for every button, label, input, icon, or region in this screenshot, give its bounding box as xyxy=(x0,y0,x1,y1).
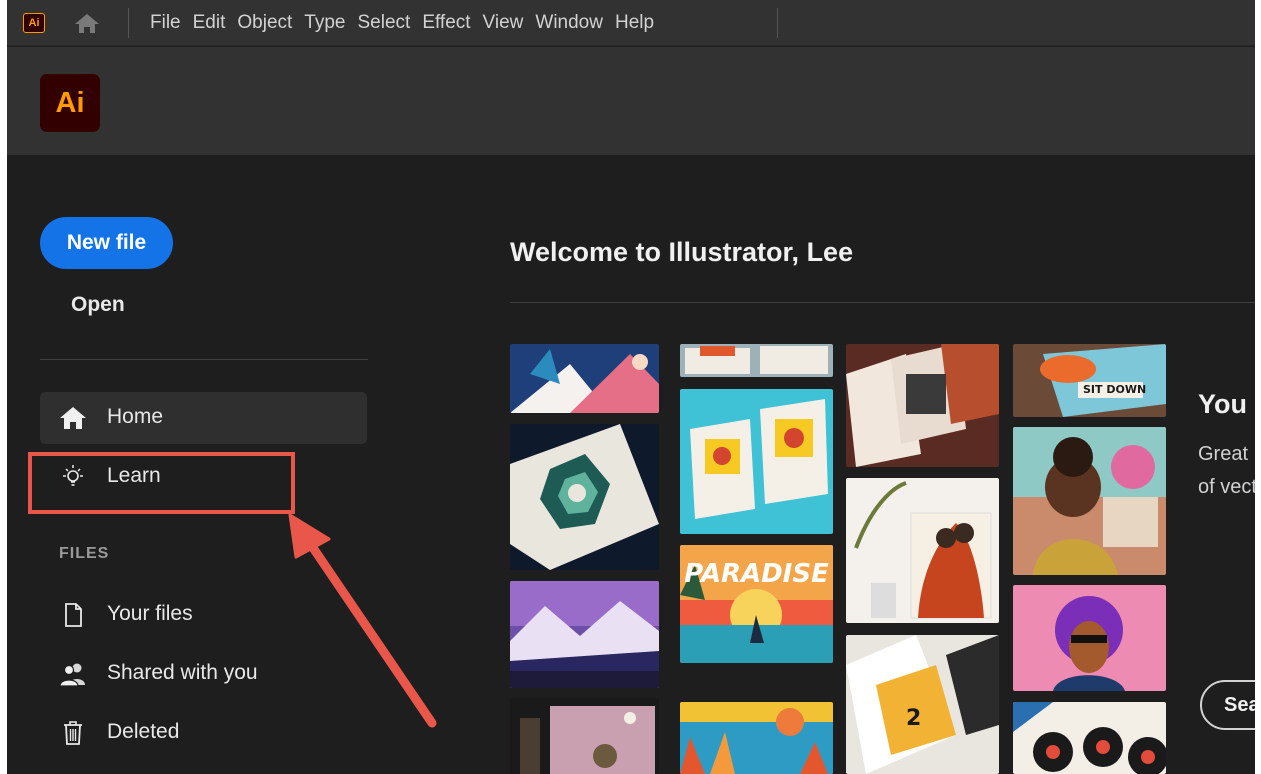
sidebar-item-home[interactable]: Home xyxy=(40,392,367,444)
main-divider xyxy=(510,302,1255,303)
promo-line: of vect xyxy=(1198,476,1255,498)
menu-object[interactable]: Object xyxy=(237,0,304,46)
sidebar-divider xyxy=(40,359,368,360)
menu-view[interactable]: View xyxy=(483,0,536,46)
people-icon xyxy=(58,661,88,687)
template-tile[interactable] xyxy=(1013,702,1166,774)
sidebar-item-your-files[interactable]: Your files xyxy=(40,589,367,641)
illustrator-logo: Ai xyxy=(40,74,100,132)
app-header: Ai xyxy=(7,47,1255,155)
sidebar: New file Open Home Learn FILES Your file… xyxy=(7,155,477,774)
sidebar-item-label: Home xyxy=(107,405,164,428)
app-icon[interactable]: Ai xyxy=(23,13,45,33)
promo-button[interactable]: Sea xyxy=(1200,680,1255,730)
template-tile[interactable] xyxy=(680,344,833,377)
menu-separator xyxy=(777,8,778,38)
template-tile[interactable] xyxy=(510,424,659,570)
menu-file[interactable]: File xyxy=(150,0,193,46)
open-link[interactable]: Open xyxy=(71,293,125,317)
menu-select[interactable]: Select xyxy=(358,0,423,46)
tile-text-sit-down: SIT DOWN xyxy=(1083,383,1147,396)
template-tile[interactable] xyxy=(510,581,659,688)
promo-line: Great xyxy=(1198,443,1249,465)
template-tile[interactable]: PARADISE xyxy=(680,545,833,663)
new-file-button[interactable]: New file xyxy=(40,217,173,269)
sidebar-item-label: Shared with you xyxy=(107,661,258,684)
menu-window[interactable]: Window xyxy=(535,0,615,46)
main-content: Welcome to Illustrator, Lee PARADISE 2 S… xyxy=(477,155,1255,774)
sidebar-item-label: Your files xyxy=(107,602,193,625)
template-tile[interactable]: 2 xyxy=(846,635,999,774)
home-icon[interactable] xyxy=(73,12,101,34)
menu-separator xyxy=(128,8,129,38)
files-heading: FILES xyxy=(59,545,110,562)
menu-help[interactable]: Help xyxy=(615,0,666,46)
sidebar-item-deleted[interactable]: Deleted xyxy=(40,707,367,759)
file-icon xyxy=(58,602,88,628)
template-tile[interactable] xyxy=(846,344,999,467)
sidebar-item-label: Deleted xyxy=(107,720,180,743)
welcome-heading: Welcome to Illustrator, Lee xyxy=(510,237,854,267)
template-tile[interactable] xyxy=(680,702,833,774)
menu-bar: Ai File Edit Object Type Select Effect V… xyxy=(7,0,1255,46)
home-icon xyxy=(58,405,88,431)
menu-list: File Edit Object Type Select Effect View… xyxy=(150,0,666,46)
menu-effect[interactable]: Effect xyxy=(422,0,482,46)
template-tile[interactable] xyxy=(1013,585,1166,691)
template-tile[interactable] xyxy=(510,344,659,413)
template-tile[interactable]: SIT DOWN xyxy=(1013,344,1166,417)
promo-body: Great of vect xyxy=(1198,438,1255,504)
tile-text-paradise: PARADISE xyxy=(684,559,829,589)
template-tile[interactable] xyxy=(846,478,999,623)
sidebar-item-shared[interactable]: Shared with you xyxy=(40,648,367,700)
trash-icon xyxy=(58,720,88,746)
template-tile[interactable] xyxy=(510,698,659,774)
template-tile[interactable] xyxy=(1013,427,1166,575)
illustrator-window: Ai File Edit Object Type Select Effect V… xyxy=(7,0,1255,774)
annotation-highlight-box xyxy=(28,452,295,514)
template-tile[interactable] xyxy=(680,389,833,534)
promo-title: You l xyxy=(1198,389,1255,419)
menu-edit[interactable]: Edit xyxy=(193,0,238,46)
menu-type[interactable]: Type xyxy=(304,0,357,46)
svg-text:2: 2 xyxy=(906,706,921,731)
